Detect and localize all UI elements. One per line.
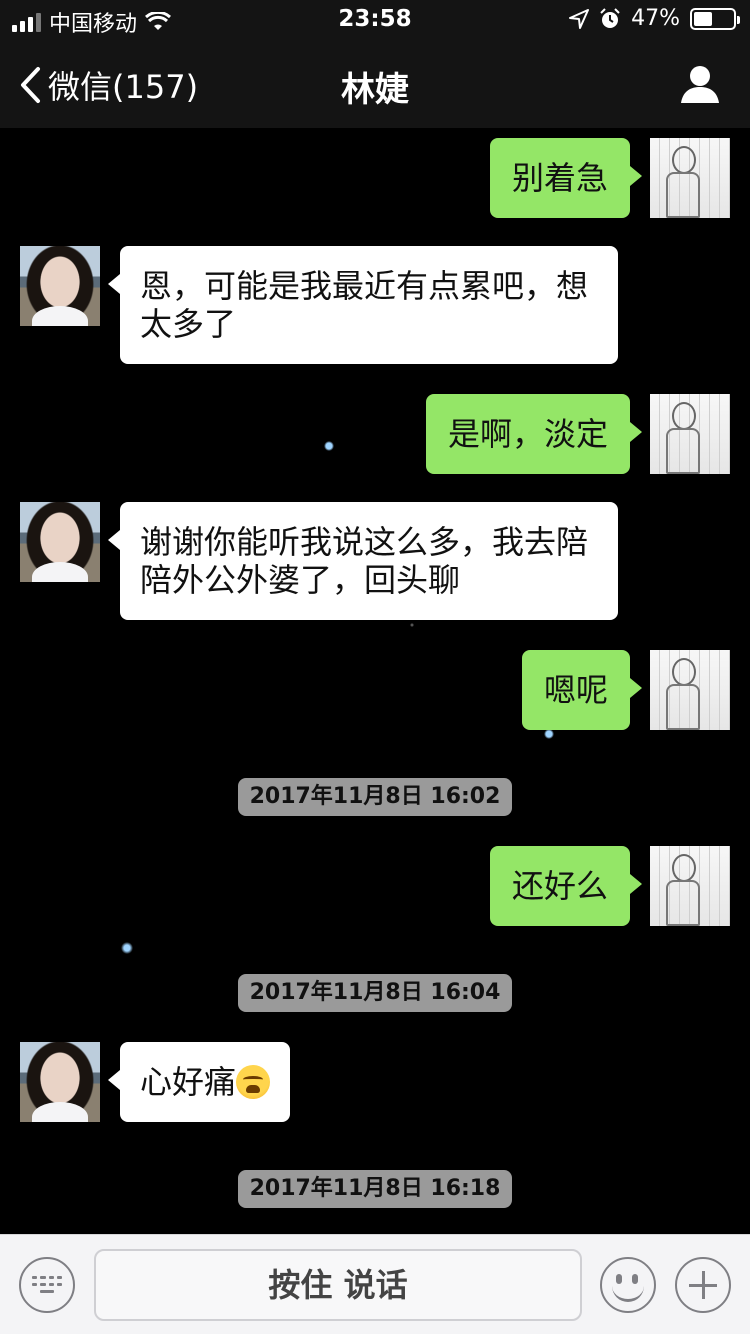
message-bubble-incoming[interactable]: 谢谢你能听我说这么多，我去陪 陪外公外婆了，回头聊 bbox=[108, 502, 618, 620]
timestamp: 2017年11月8日 16:04 bbox=[0, 974, 750, 1012]
back-button[interactable]: 微信(157) bbox=[18, 62, 198, 108]
input-toolbar: 按住 说话 bbox=[0, 1234, 750, 1334]
contact-avatar[interactable] bbox=[20, 246, 100, 326]
hold-to-talk-button[interactable]: 按住 说话 bbox=[94, 1249, 582, 1321]
keyboard-icon[interactable] bbox=[19, 1257, 75, 1313]
my-avatar[interactable] bbox=[650, 394, 730, 474]
user-icon[interactable] bbox=[680, 64, 720, 104]
status-right: 47% bbox=[569, 6, 740, 31]
message-bubble-outgoing[interactable]: 嗯呢 bbox=[521, 650, 643, 730]
chat-area[interactable]: 别着急 恩，可能是我最近有点累吧，想 太多了 是啊，淡定 谢谢你能听我说这么多，… bbox=[0, 128, 750, 1234]
plus-icon[interactable] bbox=[675, 1257, 731, 1313]
contact-avatar[interactable] bbox=[20, 1042, 100, 1122]
timestamp-label: 2017年11月8日 16:02 bbox=[237, 778, 513, 816]
timestamp: 2017年11月8日 16:02 bbox=[0, 778, 750, 816]
battery-percent: 47% bbox=[631, 6, 680, 31]
my-avatar[interactable] bbox=[650, 650, 730, 730]
battery-icon bbox=[690, 7, 740, 30]
my-avatar[interactable] bbox=[650, 846, 730, 926]
timestamp-label: 2017年11月8日 16:04 bbox=[237, 974, 513, 1012]
message-bubble-incoming[interactable]: 恩，可能是我最近有点累吧，想 太多了 bbox=[108, 246, 618, 364]
back-label: 微信(157) bbox=[48, 68, 199, 106]
chevron-left-icon bbox=[21, 67, 40, 103]
location-icon bbox=[569, 8, 590, 29]
message-bubble-outgoing[interactable]: 别着急 bbox=[489, 138, 643, 218]
crying-face-icon bbox=[236, 1065, 271, 1099]
alarm-icon bbox=[600, 7, 620, 28]
timestamp-label: 2017年11月8日 16:18 bbox=[237, 1170, 513, 1208]
battery-fill bbox=[694, 11, 712, 26]
message-text: 心好痛 bbox=[140, 1063, 237, 1101]
message-bubble-outgoing[interactable]: 是啊，淡定 bbox=[425, 394, 643, 474]
timestamp: 2017年11月8日 16:18 bbox=[0, 1170, 750, 1208]
smiley-icon[interactable] bbox=[600, 1257, 656, 1313]
message-bubble-incoming[interactable]: 心好痛 bbox=[107, 1042, 291, 1122]
my-avatar[interactable] bbox=[650, 138, 730, 218]
contact-avatar[interactable] bbox=[20, 502, 100, 582]
message-bubble-outgoing[interactable]: 还好么 bbox=[489, 846, 643, 926]
status-bar: 中国移动 23:58 47% bbox=[0, 0, 750, 40]
nav-bar: 微信(157) 林婕 bbox=[0, 40, 750, 128]
